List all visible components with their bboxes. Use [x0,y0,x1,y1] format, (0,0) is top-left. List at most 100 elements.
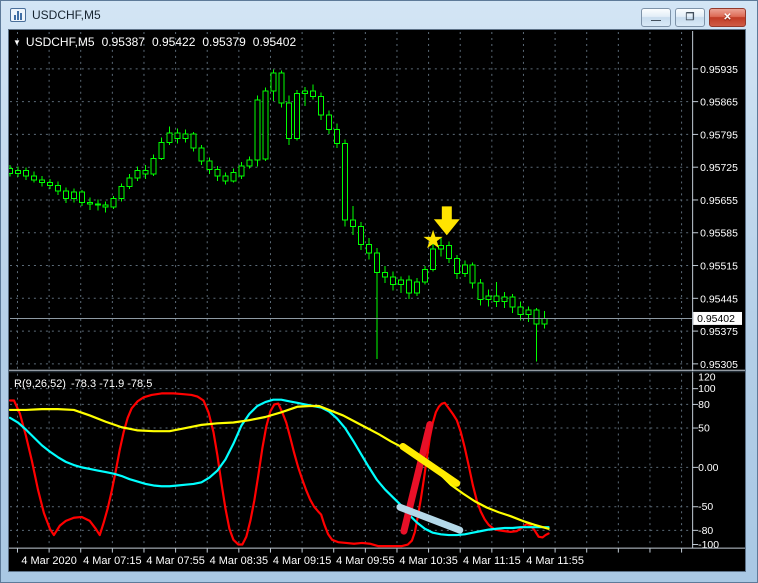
price-axis-label: 0.95655 [700,196,738,207]
chart-content[interactable]: 0.95402 ★ 0.95935 0.95865 0.95795 0.95725 0.95… [8,29,746,572]
candle-body [485,295,492,301]
candle-body [22,169,29,177]
candle-body [206,160,213,171]
candle-body [302,90,309,95]
indicator-name: R(9,26,52) [14,378,66,390]
candle-body [158,141,165,159]
indicator-axis-label: 50 [698,424,710,435]
candle-body [286,102,293,140]
time-axis-label: 4 Mar 10:35 [399,555,457,567]
restore-button[interactable]: ❐ [675,8,705,27]
price-axis-label: 0.95935 [700,65,738,76]
candle-body [413,281,420,294]
price-axis-label: 0.95375 [700,327,738,338]
candle-body [190,133,197,149]
price-axis-label: 0.95305 [700,360,738,371]
candle-body [493,295,500,303]
candle-body [342,142,349,221]
time-axis-label: 4 Mar 09:15 [273,555,331,567]
header-close: 0.95402 [252,35,297,49]
time-axis-label: 4 Mar 2020 [21,555,76,567]
current-price-value: 0.95402 [697,314,735,325]
candle-body [198,147,205,162]
candle-body [150,157,157,175]
indicator-axis-label: -50 [698,502,713,513]
titlebar[interactable]: USDCHF,M5 — ❐ ✕ [1,1,757,29]
candle-body [381,272,388,278]
indicator-axis-label: 80 [698,400,710,411]
time-axis-label: 4 Mar 07:55 [146,555,204,567]
minimize-button[interactable]: — [641,8,671,27]
chevron-down-icon[interactable]: ▼ [13,38,21,47]
candle-body [262,90,269,160]
price-axis-label: 0.95445 [700,294,738,305]
candle-body [397,279,404,286]
candle-body [310,90,317,97]
candle-body [214,169,221,177]
candle-body [182,133,189,140]
candle-body [222,175,229,182]
candle-body [374,252,380,274]
price-axis-label: 0.95585 [700,229,738,240]
candle-body [9,168,13,174]
candle-body [326,114,333,130]
candle-body [118,185,125,200]
time-axis-label: 4 Mar 07:15 [83,555,141,567]
candle-body [469,264,476,284]
indicator-axis-label: -80 [698,526,713,537]
candle-body [389,276,396,286]
candle-body [246,159,253,167]
axis-layer[interactable]: 0.95935 0.95865 0.95795 0.95725 0.95655 0.955… [16,65,738,567]
candle-body [54,184,61,192]
candle-body [358,226,365,245]
candle-body [509,296,516,308]
time-axis-label: 4 Mar 08:35 [210,555,268,567]
candle-body [14,169,21,174]
time-axis-label: 4 Mar 11:55 [526,555,584,567]
mt-chart-window: USDCHF,M5 — ❐ ✕ 0.95402 ★ 0.95935 0.95865 0.… [0,0,758,583]
candle-body [174,132,181,140]
time-axis-label: 4 Mar 09:55 [336,555,394,567]
candle-body [142,169,149,175]
candle-body [334,128,341,144]
candle-body [126,177,133,187]
header-high: 0.95422 [151,35,196,49]
close-button[interactable]: ✕ [709,8,746,27]
window-title: USDCHF,M5 [32,8,101,22]
candle-body [405,279,412,294]
indicator-line-r-medium [9,398,550,537]
candle-body [46,182,53,186]
candle-body [366,243,373,254]
header-low: 0.95379 [202,35,246,49]
candle-body [238,165,245,177]
candle-body [94,203,101,206]
candle-body [525,309,532,316]
star-icon[interactable]: ★ [422,226,444,254]
indicator-axis-label: 0.00 [698,463,719,474]
candle-body [517,306,524,316]
trendline-yellow[interactable] [399,442,461,487]
candle-body [270,72,277,92]
candle-body [453,258,460,274]
indicator-label: R(9,26,52) -78.3 -71.9 -78.5 [14,378,157,390]
candle-body [102,204,109,208]
indicator-values: -78.3 -71.9 -78.5 [70,378,153,390]
header-open: 0.95387 [101,35,145,49]
candle-body [134,169,141,179]
indicator-line-r-slow [9,404,550,530]
candle-body [278,72,285,104]
candle-body [166,132,173,143]
candle-body [78,191,85,203]
candle-body [421,269,428,283]
price-axis-label: 0.95865 [700,98,738,109]
price-chart-canvas[interactable]: 0.95402★0.959350.958650.957950.957250.95… [9,30,745,571]
candle-body [318,95,325,116]
candle-body [30,175,37,181]
indicator-axis-label: -100 [698,540,719,551]
price-axis-label: 0.95725 [700,163,738,174]
candle-body [62,190,69,200]
candle-body [86,201,93,205]
price-axis-label: 0.95795 [700,130,738,141]
candle-body [461,264,468,274]
price-axis-label: 0.95515 [700,262,738,273]
